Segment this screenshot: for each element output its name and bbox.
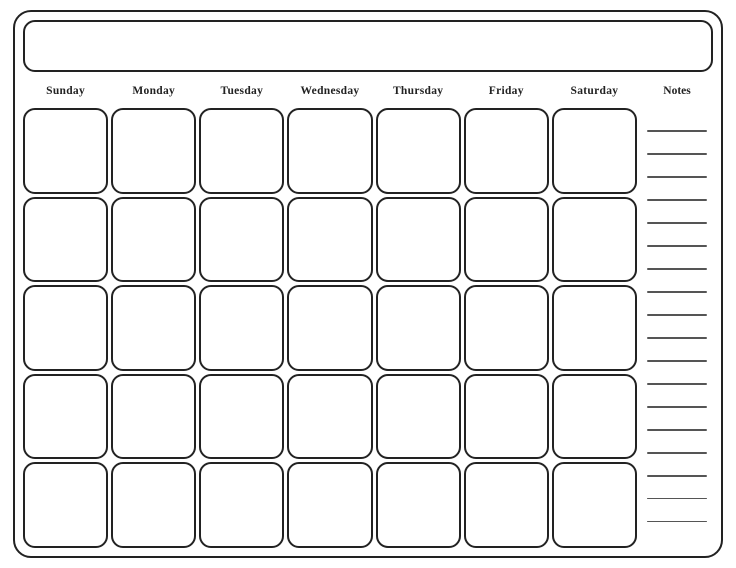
cell-r5-c4[interactable] bbox=[287, 462, 372, 548]
cell-r4-c1[interactable] bbox=[23, 374, 108, 460]
cell-r1-c3[interactable] bbox=[199, 108, 284, 194]
header-wednesday: Wednesday bbox=[287, 77, 372, 105]
cell-r4-c4[interactable] bbox=[287, 374, 372, 460]
cell-r1-c5[interactable] bbox=[376, 108, 461, 194]
calendar-container: Sunday Monday Tuesday Wednesday Thursday… bbox=[13, 10, 723, 558]
cell-r3-c4[interactable] bbox=[287, 285, 372, 371]
cell-r5-c2[interactable] bbox=[111, 462, 196, 548]
cell-r1-c2[interactable] bbox=[111, 108, 196, 194]
cell-r2-c6[interactable] bbox=[464, 197, 549, 283]
notes-line bbox=[647, 406, 707, 408]
header-thursday: Thursday bbox=[376, 77, 461, 105]
header-sunday: Sunday bbox=[23, 77, 108, 105]
header-friday: Friday bbox=[464, 77, 549, 105]
grid-row-1 bbox=[23, 108, 637, 194]
header-monday: Monday bbox=[111, 77, 196, 105]
cell-r4-c3[interactable] bbox=[199, 374, 284, 460]
day-headers: Sunday Monday Tuesday Wednesday Thursday… bbox=[23, 77, 637, 105]
cell-r5-c1[interactable] bbox=[23, 462, 108, 548]
cell-r1-c1[interactable] bbox=[23, 108, 108, 194]
calendar-body: Sunday Monday Tuesday Wednesday Thursday… bbox=[23, 77, 713, 548]
cell-r4-c7[interactable] bbox=[552, 374, 637, 460]
notes-line bbox=[647, 429, 707, 431]
notes-line bbox=[647, 498, 707, 500]
notes-line bbox=[647, 475, 707, 477]
cell-r5-c3[interactable] bbox=[199, 462, 284, 548]
grid-row-4 bbox=[23, 374, 637, 460]
cell-r3-c5[interactable] bbox=[376, 285, 461, 371]
notes-line bbox=[647, 383, 707, 385]
notes-line bbox=[647, 268, 707, 270]
cell-r5-c7[interactable] bbox=[552, 462, 637, 548]
cell-r2-c2[interactable] bbox=[111, 197, 196, 283]
notes-line bbox=[647, 199, 707, 201]
notes-line bbox=[647, 337, 707, 339]
cell-r3-c2[interactable] bbox=[111, 285, 196, 371]
cell-r1-c6[interactable] bbox=[464, 108, 549, 194]
cell-r3-c6[interactable] bbox=[464, 285, 549, 371]
notes-line bbox=[647, 521, 707, 523]
notes-line bbox=[647, 222, 707, 224]
cell-r2-c1[interactable] bbox=[23, 197, 108, 283]
cell-r1-c4[interactable] bbox=[287, 108, 372, 194]
grid-row-2 bbox=[23, 197, 637, 283]
cell-r3-c3[interactable] bbox=[199, 285, 284, 371]
notes-line bbox=[647, 130, 707, 132]
cell-r3-c1[interactable] bbox=[23, 285, 108, 371]
cell-r2-c7[interactable] bbox=[552, 197, 637, 283]
cell-r2-c4[interactable] bbox=[287, 197, 372, 283]
notes-line bbox=[647, 360, 707, 362]
notes-line bbox=[647, 314, 707, 316]
notes-lines[interactable] bbox=[641, 105, 713, 548]
cell-r3-c7[interactable] bbox=[552, 285, 637, 371]
notes-line bbox=[647, 153, 707, 155]
cell-r5-c6[interactable] bbox=[464, 462, 549, 548]
header-tuesday: Tuesday bbox=[199, 77, 284, 105]
cell-r5-c5[interactable] bbox=[376, 462, 461, 548]
notes-header: Notes bbox=[641, 77, 713, 105]
cell-r4-c6[interactable] bbox=[464, 374, 549, 460]
cell-r2-c5[interactable] bbox=[376, 197, 461, 283]
notes-line bbox=[647, 245, 707, 247]
main-grid: Sunday Monday Tuesday Wednesday Thursday… bbox=[23, 77, 637, 548]
grid-row-3 bbox=[23, 285, 637, 371]
cell-r2-c3[interactable] bbox=[199, 197, 284, 283]
notes-line bbox=[647, 291, 707, 293]
grid-row-5 bbox=[23, 462, 637, 548]
title-bar[interactable] bbox=[23, 20, 713, 72]
notes-line bbox=[647, 452, 707, 454]
cell-r4-c5[interactable] bbox=[376, 374, 461, 460]
header-saturday: Saturday bbox=[552, 77, 637, 105]
cell-r1-c7[interactable] bbox=[552, 108, 637, 194]
notes-panel: Notes bbox=[641, 77, 713, 548]
cell-r4-c2[interactable] bbox=[111, 374, 196, 460]
grid-rows bbox=[23, 108, 637, 548]
notes-line bbox=[647, 176, 707, 178]
